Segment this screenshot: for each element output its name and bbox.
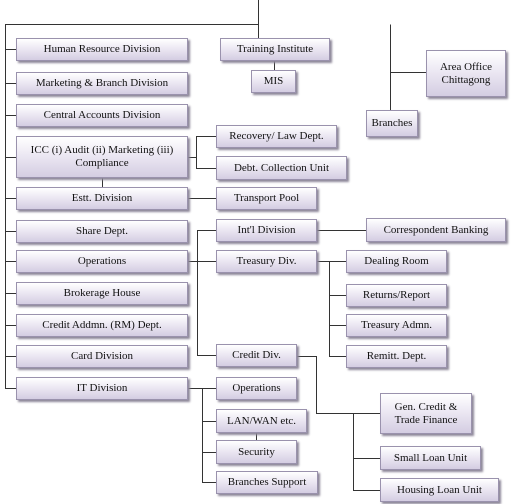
- box-label: Small Loan Unit: [393, 451, 468, 464]
- box-training-institute[interactable]: Training Institute: [220, 38, 330, 61]
- box-label: Credit Addmn. (RM) Dept.: [42, 319, 162, 331]
- box-treasury-admn[interactable]: Treasury Admn.: [346, 314, 447, 337]
- box-label: Card Division: [70, 350, 134, 362]
- box-label: Housing Loan Unit: [397, 483, 482, 496]
- box-label: LAN/WAN etc.: [226, 414, 297, 427]
- box-label: Branches Support: [227, 476, 307, 488]
- box-label: Dealing Room: [364, 255, 429, 267]
- box-share-dept[interactable]: Share Dept.: [16, 220, 188, 243]
- box-correspondent-banking[interactable]: Correspondent Banking: [366, 218, 506, 242]
- box-label: Operations: [232, 382, 281, 394]
- box-human-resource-division[interactable]: Human Resource Division: [16, 38, 188, 61]
- box-label: Security: [238, 445, 275, 458]
- box-label: Central Accounts Division: [43, 109, 161, 121]
- box-estt-division[interactable]: Estt. Division: [16, 187, 188, 210]
- box-label: Operations: [77, 255, 127, 267]
- box-credit-addmn[interactable]: Credit Addmn. (RM) Dept.: [16, 314, 188, 337]
- box-lan-wan[interactable]: LAN/WAN etc.: [216, 409, 307, 433]
- box-recovery-law-dept[interactable]: Recovery/ Law Dept.: [216, 125, 337, 148]
- box-gen-credit-trade-finance[interactable]: Gen. Credit & Trade Finance: [380, 393, 472, 434]
- box-label: Share Dept.: [76, 225, 128, 237]
- box-label: Brokerage House: [63, 287, 141, 299]
- box-label: MIS: [263, 75, 284, 87]
- box-treasury-div[interactable]: Treasury Div.: [216, 250, 317, 273]
- box-credit-div[interactable]: Credit Div.: [216, 344, 297, 367]
- box-label: Correspondent Banking: [383, 223, 489, 236]
- box-icc[interactable]: ICC (i) Audit (ii) Marketing (iii) Compl…: [16, 136, 188, 178]
- box-label: Training Institute: [236, 43, 314, 55]
- box-it-operations[interactable]: Operations: [216, 377, 297, 400]
- box-returns-report[interactable]: Returns/Report: [346, 284, 447, 307]
- box-label: Treasury Admn.: [360, 319, 433, 331]
- box-label: Debt. Collection Unit: [233, 161, 329, 174]
- box-it-division[interactable]: IT Division: [16, 377, 188, 400]
- box-marketing-branch-division[interactable]: Marketing & Branch Division: [16, 72, 188, 95]
- box-label: Int'l Division: [237, 224, 296, 236]
- box-transport-pool[interactable]: Transport Pool: [216, 187, 317, 210]
- box-label: Returns/Report: [362, 289, 431, 301]
- box-intl-division[interactable]: Int'l Division: [216, 219, 317, 242]
- box-label: Estt. Division: [71, 192, 133, 204]
- box-brokerage-house[interactable]: Brokerage House: [16, 282, 188, 305]
- box-label: Treasury Div.: [236, 255, 297, 267]
- box-label: ICC (i) Audit (ii) Marketing (iii) Compl…: [30, 144, 174, 169]
- box-label: IT Division: [76, 382, 128, 394]
- box-dealing-room[interactable]: Dealing Room: [346, 250, 447, 273]
- box-remitt-dept[interactable]: Remitt. Dept.: [346, 345, 447, 368]
- box-area-office-chittagong[interactable]: Area Office Chittagong: [426, 50, 506, 97]
- box-label: Recovery/ Law Dept.: [229, 130, 324, 142]
- box-operations[interactable]: Operations: [16, 250, 188, 273]
- box-housing-loan-unit[interactable]: Housing Loan Unit: [380, 478, 499, 502]
- box-security[interactable]: Security: [216, 440, 297, 464]
- box-branches[interactable]: Branches: [366, 110, 418, 137]
- box-debt-collection-unit[interactable]: Debt. Collection Unit: [216, 156, 347, 180]
- box-central-accounts-division[interactable]: Central Accounts Division: [16, 104, 188, 127]
- box-label: Gen. Credit & Trade Finance: [394, 400, 458, 426]
- box-label: Credit Div.: [232, 349, 281, 361]
- box-label: Branches: [371, 117, 413, 129]
- box-mis[interactable]: MIS: [251, 70, 296, 93]
- box-label: Remitt. Dept.: [366, 350, 427, 362]
- box-small-loan-unit[interactable]: Small Loan Unit: [380, 446, 481, 470]
- box-card-division[interactable]: Card Division: [16, 345, 188, 368]
- box-label: Transport Pool: [233, 192, 300, 204]
- box-label: Area Office Chittagong: [439, 60, 492, 86]
- box-label: Marketing & Branch Division: [35, 77, 169, 89]
- box-label: Human Resource Division: [43, 43, 161, 55]
- box-branches-support[interactable]: Branches Support: [216, 471, 318, 494]
